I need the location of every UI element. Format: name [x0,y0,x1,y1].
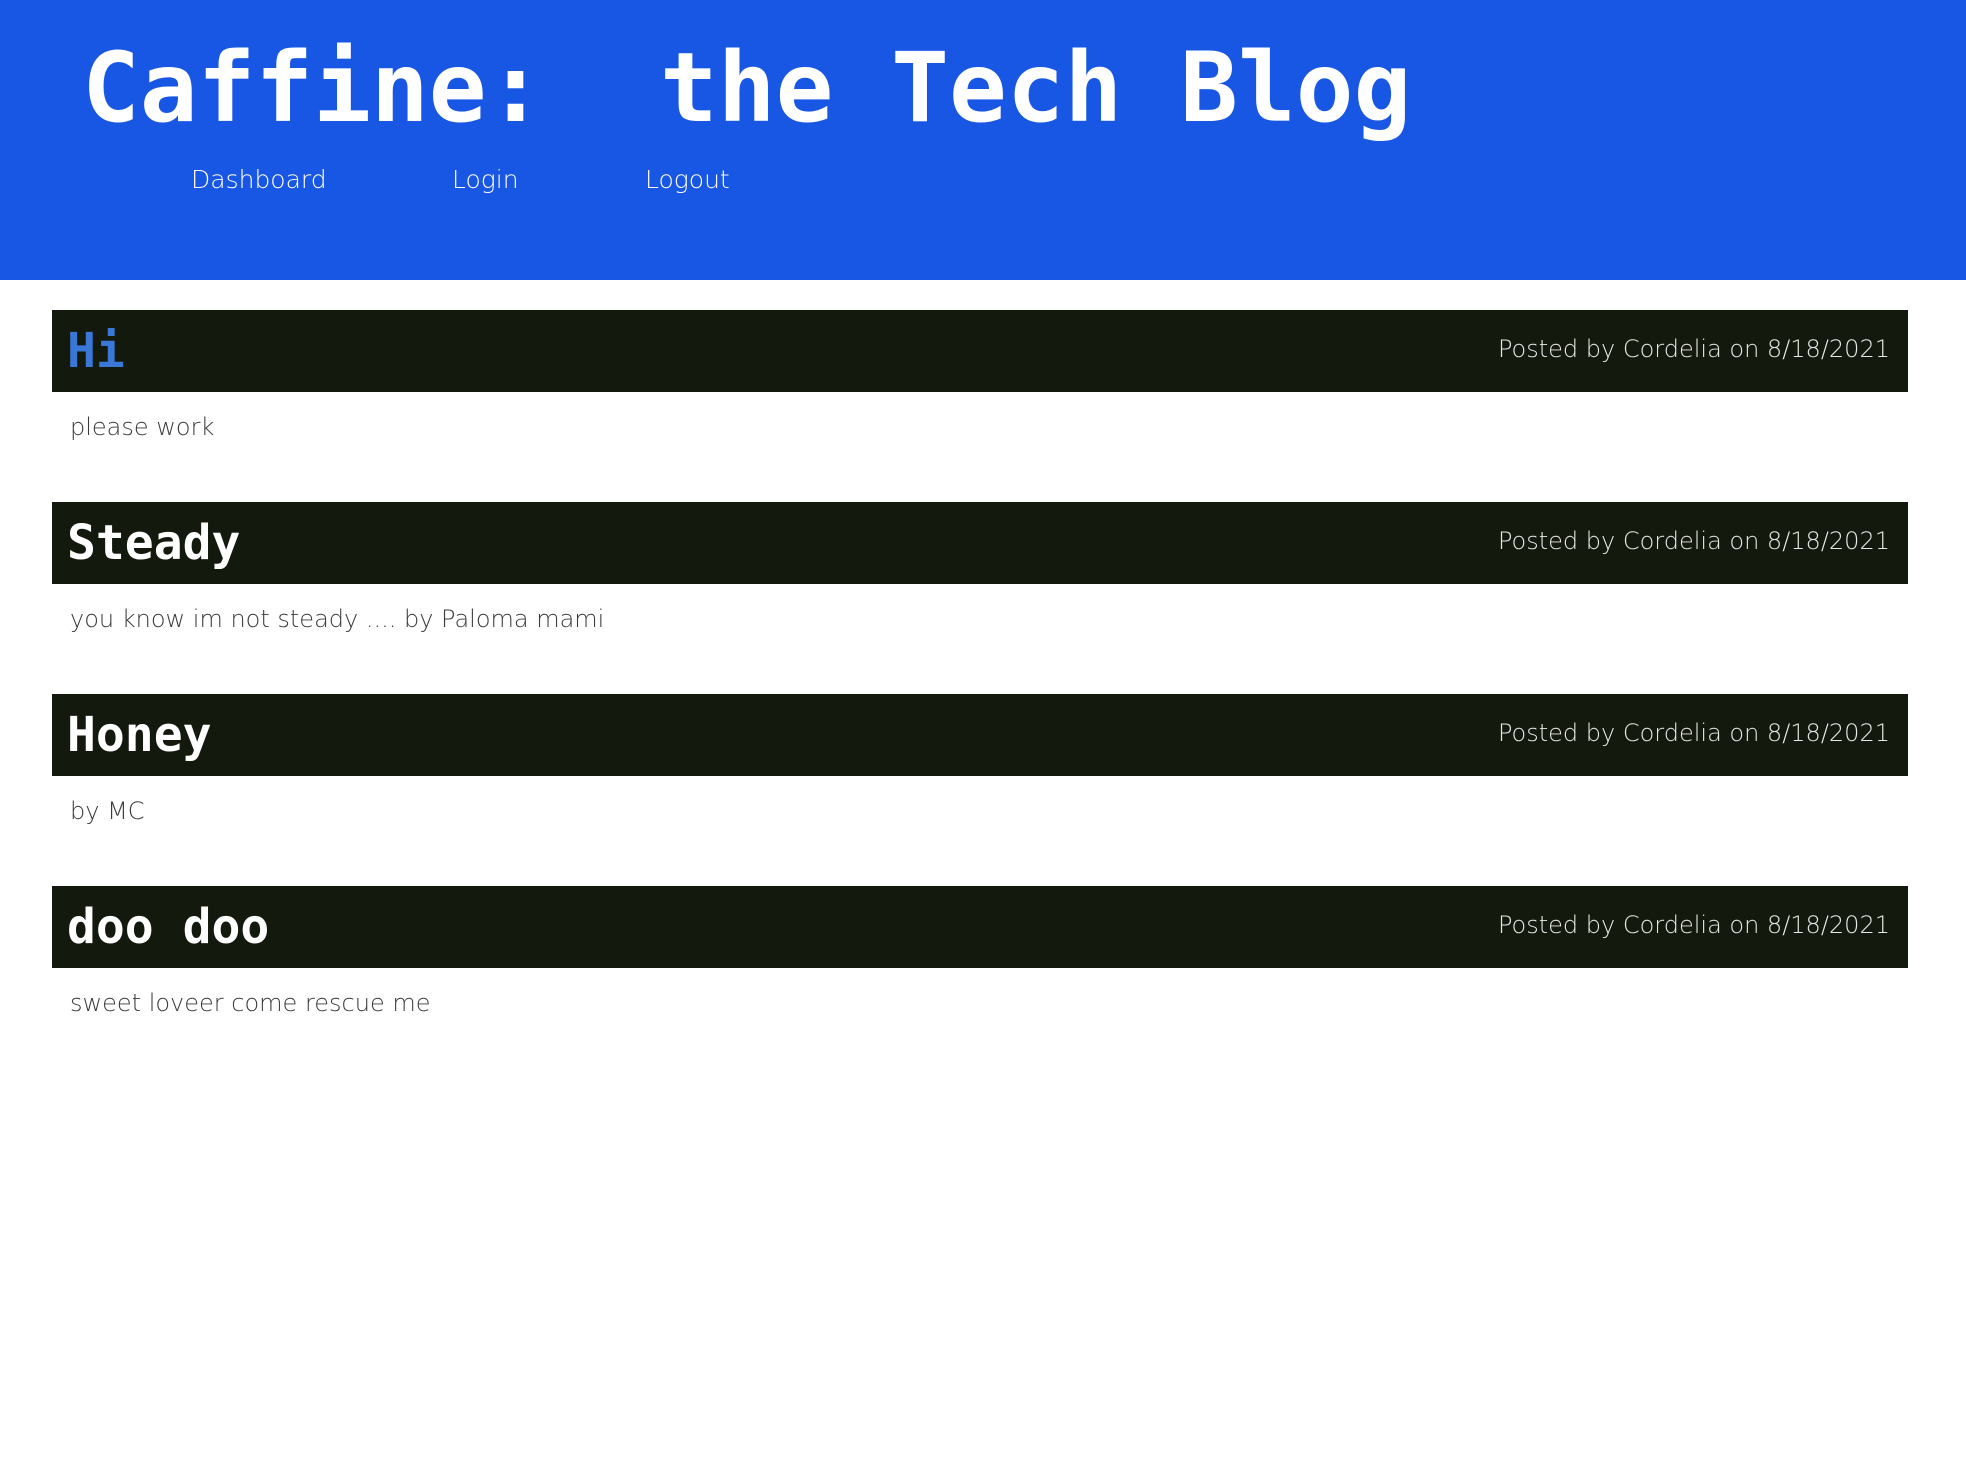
post-meta: Posted by Cordelia on 8/18/2021 [1497,527,1890,555]
site-header: Caffine: the Tech Blog Dashboard Login L… [0,0,1966,280]
site-title: Caffine: the Tech Blog [82,32,1412,144]
post-body: please work [70,413,215,441]
post-header[interactable]: Steady Posted by Cordelia on 8/18/2021 [52,502,1908,584]
post-meta: Posted by Cordelia on 8/18/2021 [1497,911,1890,939]
post-title[interactable]: doo doo [67,886,269,968]
post-body: you know im not steady .... by Paloma ma… [70,605,605,633]
post-body: sweet loveer come rescue me [70,989,431,1017]
post-header[interactable]: Honey Posted by Cordelia on 8/18/2021 [52,694,1908,776]
post-meta: Posted by Cordelia on 8/18/2021 [1497,719,1890,747]
nav-link-logout[interactable]: Logout [645,160,730,200]
post-header[interactable]: Hi Posted by Cordelia on 8/18/2021 [52,310,1908,392]
post-title[interactable]: Steady [67,502,240,584]
post-header[interactable]: doo doo Posted by Cordelia on 8/18/2021 [52,886,1908,968]
post-body: by MC [70,797,145,825]
post-title[interactable]: Hi [67,310,125,392]
post-list: Hi Posted by Cordelia on 8/18/2021 pleas… [52,310,1908,1078]
post-card: Honey Posted by Cordelia on 8/18/2021 by… [52,694,1908,886]
post-card: Hi Posted by Cordelia on 8/18/2021 pleas… [52,310,1908,502]
post-title[interactable]: Honey [67,694,212,776]
nav-link-dashboard[interactable]: Dashboard [191,160,327,200]
post-card: doo doo Posted by Cordelia on 8/18/2021 … [52,886,1908,1078]
nav-link-login[interactable]: Login [452,160,519,200]
post-card: Steady Posted by Cordelia on 8/18/2021 y… [52,502,1908,694]
post-meta: Posted by Cordelia on 8/18/2021 [1497,335,1890,363]
